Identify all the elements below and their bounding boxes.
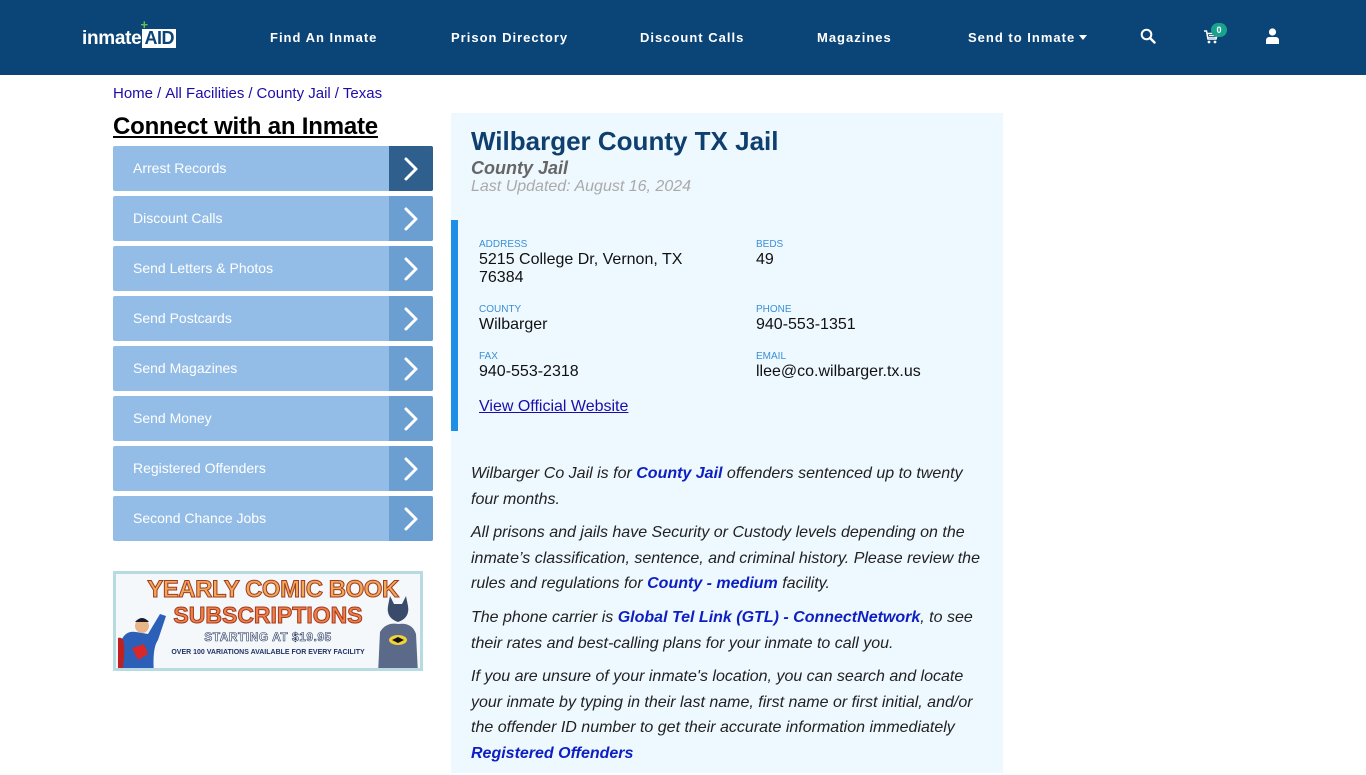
- email-value: llee@co.wilbarger.tx.us: [756, 363, 921, 380]
- chevron-right-icon: [389, 296, 433, 341]
- facility-type: County Jail: [471, 158, 569, 178]
- email-label: Email: [756, 351, 787, 362]
- description-paragraph: The phone carrier is Global Tel Link (GT…: [471, 605, 991, 656]
- phone-field: Phone 940-553-1351: [756, 304, 856, 334]
- fax-value: 940-553-2318: [479, 363, 579, 380]
- text-segment: The phone carrier is: [471, 608, 618, 626]
- sidebar-item-send-money[interactable]: Send Money: [113, 396, 433, 441]
- address-field: Address 5215 College Dr, Vernon, TX 7638…: [479, 239, 709, 287]
- ad-headline: YEARLY COMIC BOOK: [147, 576, 400, 603]
- batman-illustration-icon: [378, 592, 418, 668]
- beds-field: Beds 49: [756, 239, 783, 269]
- breadcrumb-separator: /: [334, 85, 339, 102]
- facility-info-card: Address 5215 College Dr, Vernon, TX 7638…: [451, 220, 1003, 431]
- breadcrumb-separator: /: [157, 85, 162, 102]
- chevron-right-icon: [389, 246, 433, 291]
- county-value: Wilbarger: [479, 316, 548, 333]
- county-jail-link[interactable]: County Jail: [636, 465, 722, 482]
- search-icon[interactable]: [1140, 26, 1162, 48]
- cart-count-badge: 0: [1211, 23, 1227, 37]
- breadcrumb-separator: /: [248, 85, 253, 102]
- ad-subheadline: SUBSCRIPTIONS: [173, 602, 363, 629]
- phone-carrier-link[interactable]: Global Tel Link (GTL) - ConnectNetwork: [618, 609, 921, 626]
- county-field: County Wilbarger: [479, 304, 547, 334]
- sidebar-item-send-postcards[interactable]: Send Postcards: [113, 296, 433, 341]
- text-segment: Wilbarger Co Jail is for: [471, 465, 637, 482]
- sidebar-item-label: Second Chance Jobs: [133, 510, 267, 526]
- breadcrumb-texas[interactable]: Texas: [343, 85, 382, 102]
- sidebar-title: Connect with an Inmate: [113, 113, 378, 140]
- beds-value: 49: [756, 251, 774, 268]
- sidebar-item-send-magazines[interactable]: Send Magazines: [113, 346, 433, 391]
- fax-field: Fax 940-553-2318: [479, 351, 579, 381]
- sidebar-item-registered-offenders[interactable]: Registered Offenders: [113, 446, 433, 491]
- last-updated: Last Updated: August 16, 2024: [471, 178, 692, 195]
- user-icon[interactable]: [1266, 26, 1288, 48]
- nav-magazines[interactable]: Magazines: [817, 29, 892, 46]
- nav-find-an-inmate[interactable]: Find An Inmate: [270, 29, 377, 46]
- fax-label: Fax: [479, 351, 498, 362]
- text-segment: If you are unsure of your inmate's locat…: [471, 668, 973, 737]
- ad-tagline: OVER 100 VARIATIONS AVAILABLE FOR EVERY …: [171, 649, 365, 656]
- security-level-link[interactable]: County - medium: [647, 575, 778, 592]
- comic-subscription-ad-banner[interactable]: YEARLY COMIC BOOK SUBSCRIPTIONS STARTING…: [113, 571, 423, 671]
- breadcrumb-county-jail[interactable]: County Jail: [257, 85, 331, 102]
- sidebar-item-label: Send Magazines: [133, 360, 238, 376]
- breadcrumb-home[interactable]: Home: [113, 85, 153, 102]
- sidebar-item-send-letters-photos[interactable]: Send Letters & Photos: [113, 246, 433, 291]
- sidebar-menu: Arrest Records Discount Calls Send Lette…: [113, 146, 433, 546]
- text-segment: facility.: [777, 575, 830, 593]
- nav-discount-calls[interactable]: Discount Calls: [640, 29, 744, 46]
- description-paragraph: Wilbarger Co Jail is for County Jail off…: [471, 461, 991, 512]
- sidebar-item-label: Send Money: [133, 410, 212, 426]
- phone-value: 940-553-1351: [756, 316, 856, 333]
- address-value: 5215 College Dr, Vernon, TX 76384: [479, 251, 683, 286]
- sidebar-item-label: Registered Offenders: [133, 460, 266, 476]
- address-label: Address: [479, 239, 528, 250]
- chevron-right-icon: [389, 146, 433, 191]
- chevron-right-icon: [389, 346, 433, 391]
- description-paragraph: If you are unsure of your inmate's locat…: [471, 664, 991, 766]
- sidebar-item-discount-calls[interactable]: Discount Calls: [113, 196, 433, 241]
- sidebar-item-arrest-records[interactable]: Arrest Records: [113, 146, 433, 191]
- nav-send-to-inmate[interactable]: Send to Inmate: [968, 29, 1088, 46]
- facility-panel: Wilbarger County TX Jail County Jail Las…: [451, 113, 1003, 773]
- sidebar-item-label: Send Postcards: [133, 310, 232, 326]
- logo-text-inmate: inmate: [82, 28, 142, 49]
- inmateaid-logo[interactable]: inmate + AID: [82, 18, 176, 50]
- nav-prison-directory[interactable]: Prison Directory: [451, 29, 568, 46]
- facility-title: Wilbarger County TX Jail: [471, 126, 779, 156]
- breadcrumb: Home / All Facilities / County Jail / Texas: [113, 85, 382, 103]
- nav-send-to-inmate-label: Send to Inmate: [968, 30, 1076, 45]
- chevron-right-icon: [389, 446, 433, 491]
- description-paragraph: All prisons and jails have Security or C…: [471, 520, 991, 597]
- chevron-right-icon: [389, 396, 433, 441]
- sidebar-item-second-chance-jobs[interactable]: Second Chance Jobs: [113, 496, 433, 541]
- sidebar-item-label: Arrest Records: [133, 160, 227, 176]
- phone-label: Phone: [756, 304, 792, 315]
- logo-aid-label: AID: [144, 28, 174, 48]
- chevron-right-icon: [389, 496, 433, 541]
- view-official-website-link[interactable]: View Official Website: [479, 397, 628, 417]
- ad-price: STARTING AT $19.95: [204, 630, 332, 645]
- facility-description: Wilbarger Co Jail is for County Jail off…: [471, 461, 991, 775]
- breadcrumb-all-facilities[interactable]: All Facilities: [165, 85, 244, 102]
- logo-text-aid: + AID: [140, 18, 176, 48]
- top-navbar: inmate + AID Find An Inmate Prison Direct…: [0, 0, 1366, 75]
- county-label: County: [479, 304, 522, 315]
- registered-offenders-link[interactable]: Registered Offenders: [471, 745, 633, 762]
- caret-down-icon: [1079, 35, 1088, 40]
- logo-plus-icon: +: [140, 17, 148, 32]
- sidebar-item-label: Send Letters & Photos: [133, 260, 274, 276]
- beds-label: Beds: [756, 239, 784, 250]
- chevron-right-icon: [389, 196, 433, 241]
- sidebar-item-label: Discount Calls: [133, 210, 223, 226]
- email-field: Email llee@co.wilbarger.tx.us: [756, 351, 921, 381]
